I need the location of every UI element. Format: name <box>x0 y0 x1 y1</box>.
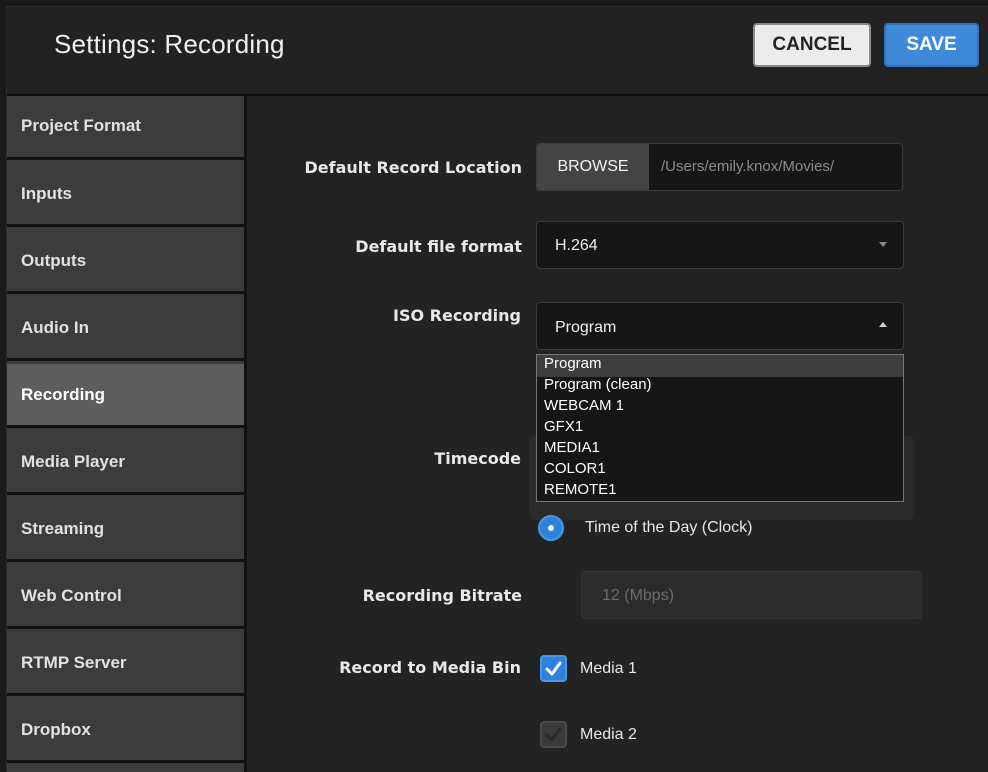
sidebar-item-outputs[interactable]: Outputs <box>7 230 244 294</box>
file-format-select[interactable]: H.264 <box>536 221 904 269</box>
bitrate-input[interactable]: 12 (Mbps) <box>581 571 922 619</box>
cancel-button[interactable]: CANCEL <box>753 23 871 67</box>
sidebar-item-label: Media Player <box>21 452 125 471</box>
bitrate-label: Recording Bitrate <box>362 586 522 605</box>
sidebar-item-label: Web Control <box>21 586 122 605</box>
page-title: Settings: Recording <box>54 29 285 59</box>
settings-panel: Default Record Location BROWSE /Users/em… <box>247 96 988 772</box>
header-bar: Settings: Recording CANCEL SAVE <box>7 7 988 96</box>
sidebar-item-label: Recording <box>21 385 106 404</box>
media-1-checkbox[interactable] <box>540 655 567 682</box>
browse-button[interactable]: BROWSE <box>537 144 649 190</box>
sidebar-item-label: Project Format <box>21 116 141 135</box>
settings-window: Settings: Recording CANCEL SAVE Project … <box>6 6 988 772</box>
checkmark-icon <box>545 727 562 742</box>
bitrate-value: 12 (Mbps) <box>602 587 675 604</box>
sidebar-item-label: Inputs <box>21 184 72 203</box>
media-2-checkbox[interactable] <box>540 721 567 748</box>
dropdown-option-color1[interactable]: COLOR1 <box>537 460 903 482</box>
timecode-option-label: Time of the Day (Clock) <box>585 519 753 536</box>
sidebar-item-label: Outputs <box>21 251 87 270</box>
sidebar-item-label: Audio In <box>21 318 89 337</box>
dropdown-option-webcam-1[interactable]: WEBCAM 1 <box>537 397 903 419</box>
iso-recording-label: ISO Recording <box>393 306 521 325</box>
sidebar-item-project-format[interactable]: Project Format <box>7 96 244 160</box>
timecode-label: Timecode <box>434 449 521 468</box>
sidebar-item-label: Streaming <box>21 519 105 538</box>
sidebar-item-recording[interactable]: Recording <box>7 364 244 428</box>
media-2-label: Media 2 <box>580 726 637 743</box>
sidebar-item-media-player[interactable]: Media Player <box>7 431 244 495</box>
sidebar: Project Format Inputs Outputs Audio In R… <box>7 96 247 772</box>
sidebar-item-streaming[interactable]: Streaming <box>7 498 244 562</box>
media-bin-label: Record to Media Bin <box>339 658 521 677</box>
record-location-path: /Users/emily.knox/Movies/ <box>661 158 835 175</box>
sidebar-item-audio-in[interactable]: Audio In <box>7 297 244 361</box>
dropdown-option-program[interactable]: Program <box>537 355 903 377</box>
dropdown-option-program-clean[interactable]: Program (clean) <box>537 376 903 398</box>
chevron-up-icon <box>879 322 887 327</box>
sidebar-item-inputs[interactable]: Inputs <box>7 163 244 227</box>
iso-recording-value: Program <box>555 319 617 336</box>
sidebar-item-dropbox[interactable]: Dropbox <box>7 699 244 763</box>
chevron-down-icon <box>879 242 887 247</box>
checkmark-icon <box>545 661 562 676</box>
sidebar-item-label: Dropbox <box>21 720 91 739</box>
media-1-label: Media 1 <box>580 660 637 677</box>
dropdown-option-media1[interactable]: MEDIA1 <box>537 439 903 461</box>
dropdown-option-gfx1[interactable]: GFX1 <box>537 418 903 440</box>
iso-recording-select[interactable]: Program <box>536 302 904 350</box>
timecode-radio[interactable] <box>538 515 564 541</box>
iso-recording-dropdown: Program Program (clean) WEBCAM 1 GFX1 ME… <box>536 354 904 502</box>
sidebar-item-web-control[interactable]: Web Control <box>7 565 244 629</box>
file-format-label: Default file format <box>355 237 522 256</box>
sidebar-item-rtmp-server[interactable]: RTMP Server <box>7 632 244 696</box>
file-format-value: H.264 <box>555 237 598 254</box>
dropdown-option-remote1[interactable]: REMOTE1 <box>537 481 903 503</box>
record-location-label: Default Record Location <box>304 158 522 177</box>
save-button[interactable]: SAVE <box>884 23 979 67</box>
sidebar-item-label: RTMP Server <box>21 653 127 672</box>
record-location-field: BROWSE /Users/emily.knox/Movies/ <box>536 143 903 191</box>
